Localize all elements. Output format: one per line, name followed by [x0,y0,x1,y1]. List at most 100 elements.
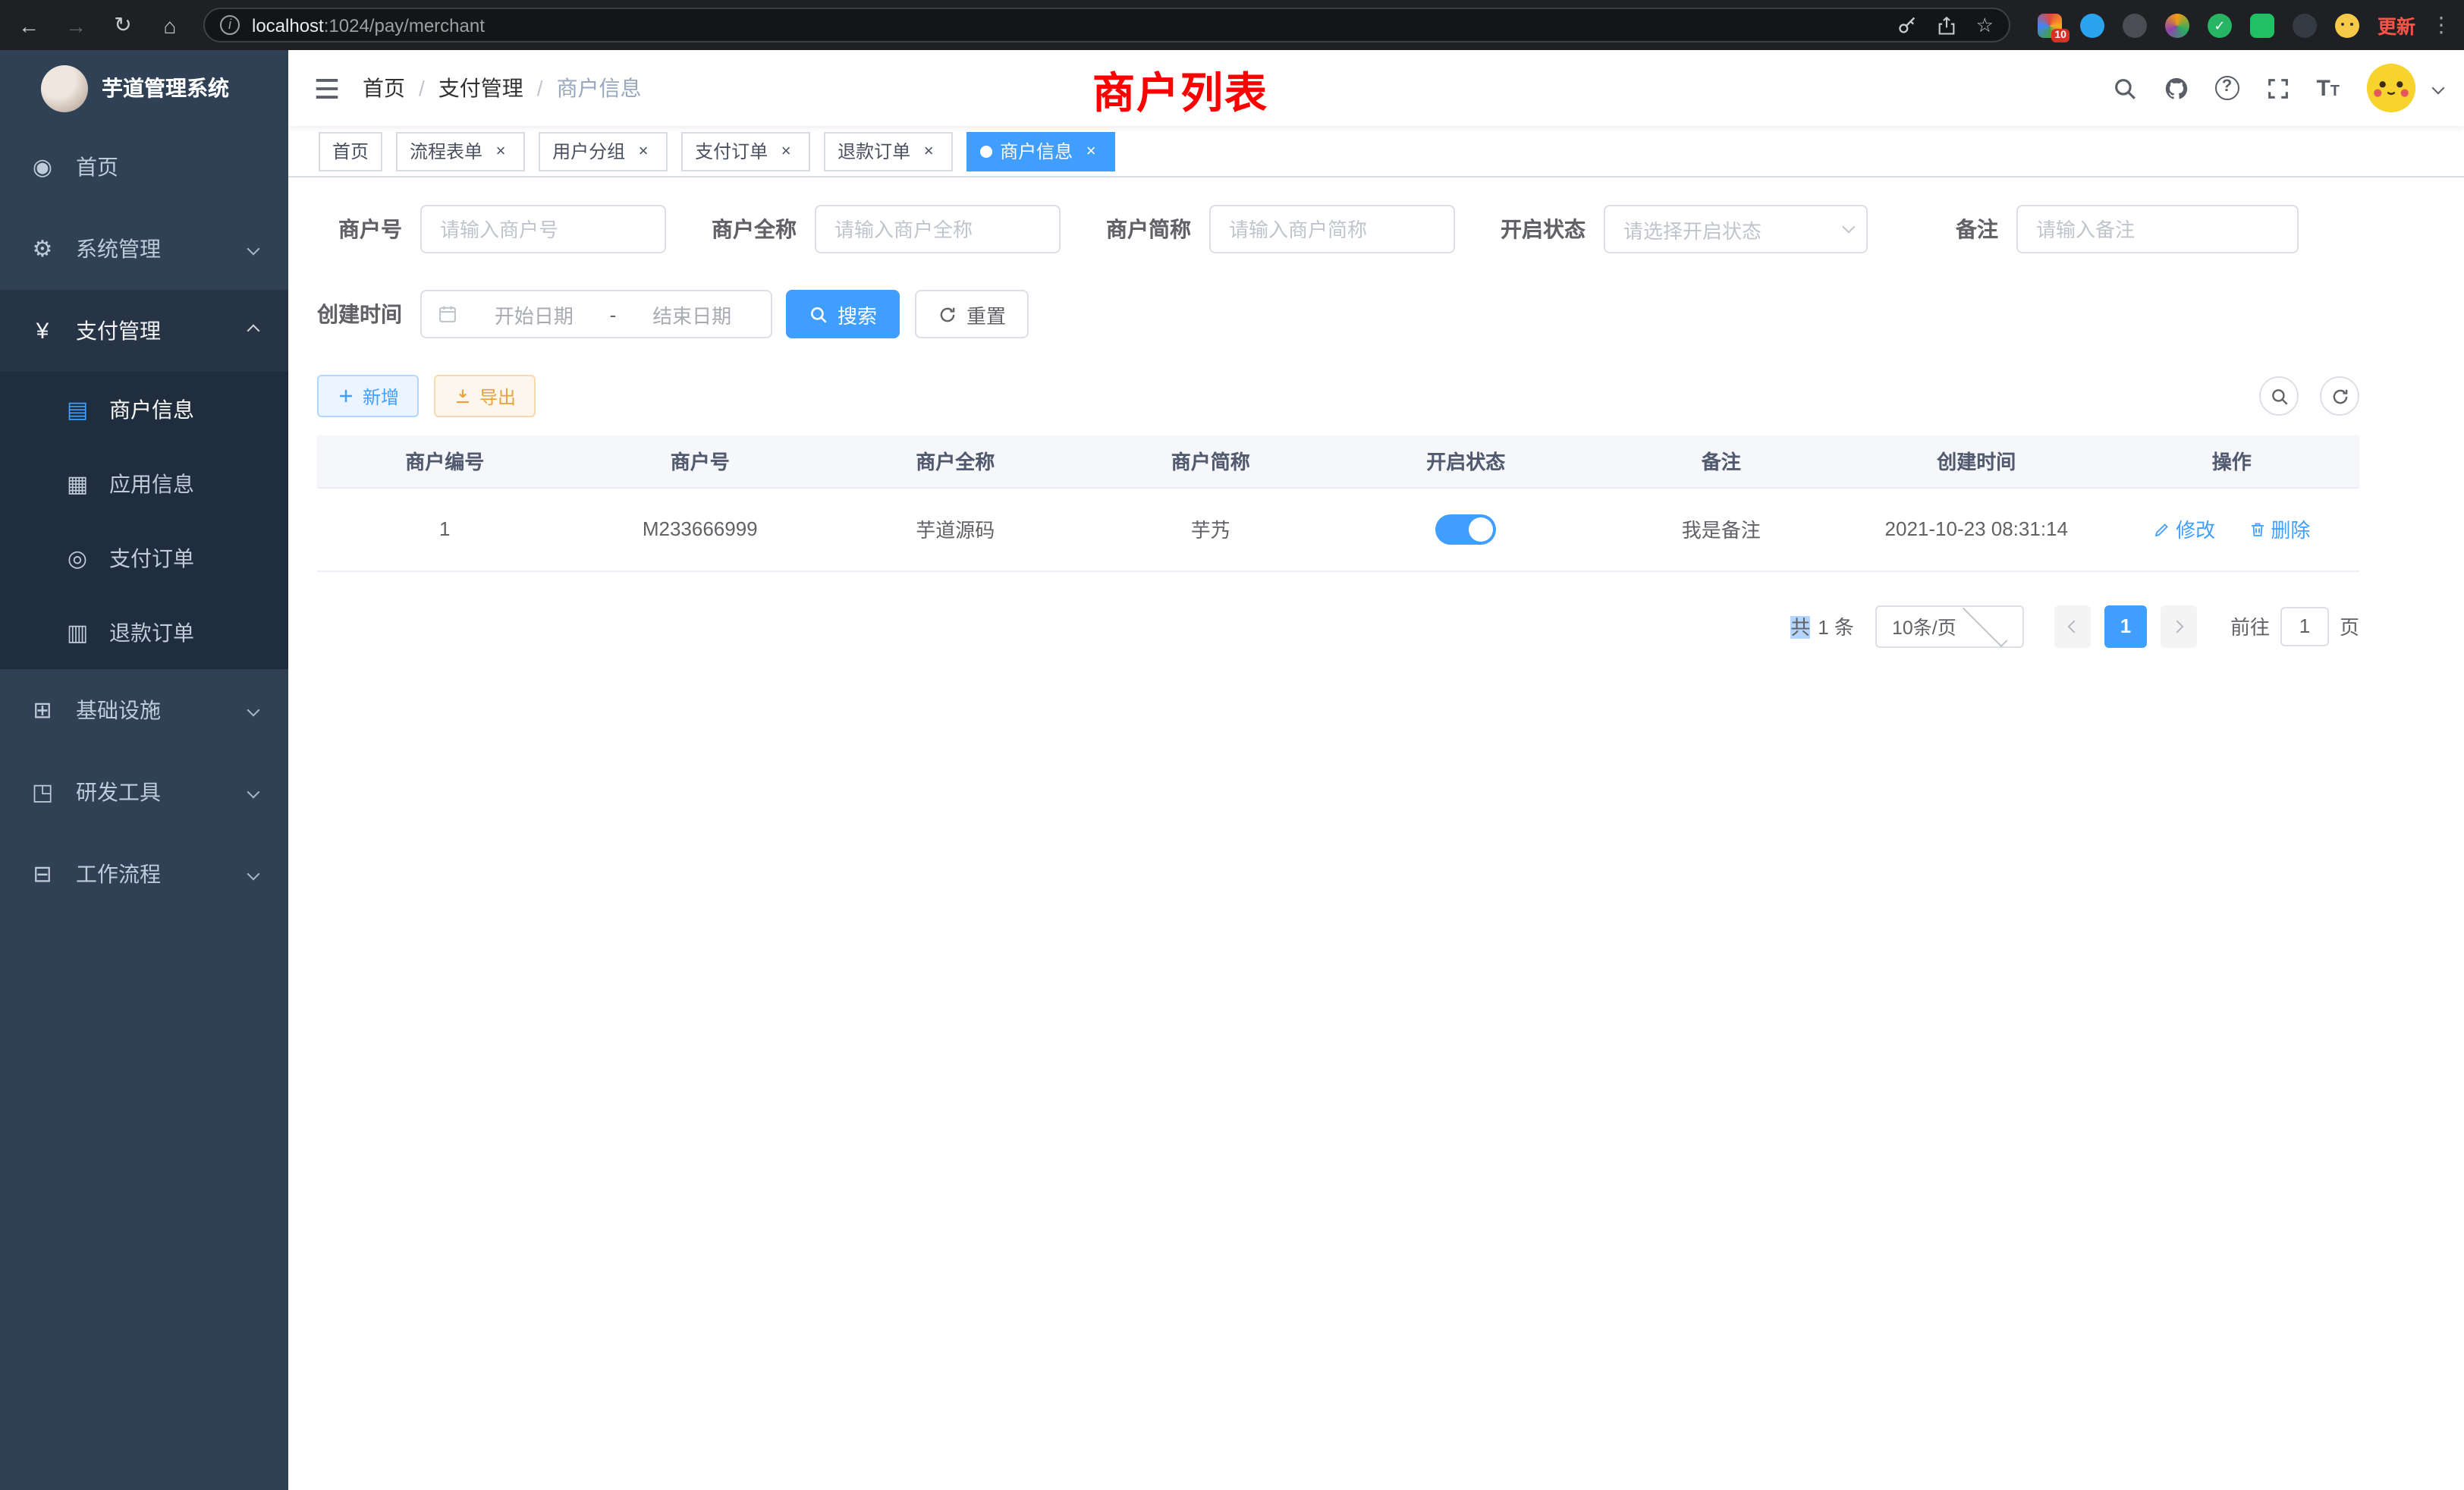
dashboard-icon: ◉ [29,153,56,181]
devtools-icon: ◳ [29,778,56,806]
coin-icon: ◎ [64,544,91,571]
extension-icon-6[interactable] [2250,13,2274,37]
grid-icon: ▦ [64,470,91,497]
screen: ← → ↻ ⌂ i localhost:1024/pay/merchant ☆ … [0,0,2464,1490]
logo[interactable]: 芋道管理系统 [0,50,288,126]
sidebar-item-merchant-info[interactable]: ▤ 商户信息 [0,372,288,446]
start-date-input[interactable]: 开始日期 [470,300,598,328]
extension-icon-2[interactable] [2080,13,2104,37]
page-number-button[interactable]: 1 [2104,605,2147,647]
cell-actions: 修改 删除 [2104,487,2360,571]
delete-link[interactable]: 删除 [2248,514,2310,543]
tab-refund-order[interactable]: 退款订单 × [824,131,953,171]
edit-link[interactable]: 修改 [2153,514,2215,543]
cell-merchant-no: M233666999 [573,487,828,571]
sidebar-item-app-info[interactable]: ▦ 应用信息 [0,446,288,520]
extension-icon-3[interactable] [2123,13,2147,37]
refresh-button[interactable] [2320,376,2359,416]
tab-label: 流程表单 [410,138,482,164]
update-button[interactable]: 更新 [2378,11,2415,39]
home-icon[interactable]: ⌂ [156,13,184,37]
right-toolbar [2259,376,2359,416]
fullscreen-icon[interactable] [2264,75,2290,101]
address-bar[interactable]: i localhost:1024/pay/merchant ☆ [203,8,2010,42]
status-switch[interactable] [1435,514,1496,544]
key-icon[interactable] [1897,14,1919,36]
tab-close-icon[interactable]: × [490,140,511,162]
extension-icon-1[interactable]: 10 [2038,13,2062,37]
github-icon[interactable] [2163,75,2189,101]
page-size-select[interactable]: 10条/页 [1875,605,2024,647]
sidebar-item-label: 系统管理 [76,234,161,264]
search-icon[interactable] [2111,75,2137,101]
reload-icon[interactable]: ↻ [109,12,137,38]
tab-pay-order[interactable]: 支付订单 × [681,131,810,171]
extension-icon-4[interactable] [2165,13,2189,37]
prev-page-button[interactable] [2054,605,2091,647]
toggle-search-button[interactable] [2259,376,2299,416]
goto-input[interactable] [2280,606,2329,646]
pagination: 共1 条 10条/页 1 前往 页 [317,605,2359,647]
export-button[interactable]: 导出 [434,375,536,417]
status-select[interactable]: 请选择开启状态 [1604,205,1868,253]
tab-user-group[interactable]: 用户分组 × [539,131,668,171]
sidebar-item-system[interactable]: ⚙ 系统管理 [0,208,288,290]
tab-process-form[interactable]: 流程表单 × [396,131,525,171]
column-header-full-name: 商户全称 [828,435,1083,487]
cell-short-name: 芋艿 [1083,487,1339,571]
breadcrumb-item-payment[interactable]: 支付管理 [438,73,523,103]
help-icon[interactable]: ? [2214,76,2239,100]
sidebar-item-pay-order[interactable]: ◎ 支付订单 [0,520,288,595]
reset-button[interactable]: 重置 [915,290,1029,338]
cell-status [1338,487,1594,571]
sidebar-item-refund-order[interactable]: ▥ 退款订单 [0,595,288,669]
sidebar-item-devtools[interactable]: ◳ 研发工具 [0,751,288,833]
sidebar-item-payment[interactable]: ¥ 支付管理 [0,290,288,372]
extension-icon-5[interactable]: ✓ [2208,13,2232,37]
user-avatar[interactable] [2365,62,2417,114]
tab-close-icon[interactable]: × [918,140,939,162]
chevron-down-icon [247,868,260,881]
back-icon[interactable]: ← [15,13,42,37]
extension-badge: 10 [2051,28,2070,42]
sidebar-item-home[interactable]: ◉ 首页 [0,126,288,208]
extension-icon-8[interactable] [2335,13,2359,37]
short-name-input[interactable] [1209,205,1455,253]
share-icon[interactable] [1937,14,1958,36]
browser-menu-icon[interactable]: ⋮ [2431,12,2449,38]
tab-close-icon[interactable]: × [1080,140,1102,162]
sidebar-item-label: 研发工具 [76,777,161,807]
search-button[interactable]: 搜索 [786,290,900,338]
next-page-button[interactable] [2161,605,2197,647]
filter-label: 商户简称 [1106,214,1191,244]
chevron-up-icon [247,325,260,338]
tab-label: 首页 [332,138,369,164]
url-path: :1024/pay/merchant [324,14,485,36]
tab-close-icon[interactable]: × [633,140,654,162]
merchant-no-input[interactable] [420,205,666,253]
info-icon[interactable]: i [220,15,240,35]
remark-input[interactable] [2016,205,2299,253]
page-size-value: 10条/页 [1892,611,1956,640]
tab-merchant-info[interactable]: 商户信息 × [966,131,1115,171]
tab-home[interactable]: 首页 [319,131,382,171]
sidebar-item-label: 工作流程 [76,859,161,889]
sidebar-item-workflow[interactable]: ⊟ 工作流程 [0,833,288,915]
filter-label: 备注 [1913,214,1998,244]
sidebar-item-infrastructure[interactable]: ⊞ 基础设施 [0,669,288,751]
tab-close-icon[interactable]: × [775,140,797,162]
forward-icon[interactable]: → [62,13,90,37]
full-name-input[interactable] [815,205,1061,253]
reset-button-label: 重置 [966,300,1006,328]
chevron-down-icon [247,786,260,799]
extension-icon-7[interactable] [2293,13,2317,37]
breadcrumb-item-home[interactable]: 首页 [363,73,405,103]
add-button[interactable]: 新增 [317,375,419,417]
sidebar-toggle-icon[interactable] [313,74,341,102]
bookmark-star-icon[interactable]: ☆ [1976,13,1994,37]
end-date-input[interactable]: 结束日期 [628,300,756,328]
date-range-picker[interactable]: 开始日期 - 结束日期 [420,290,772,338]
caret-down-icon[interactable] [2432,82,2445,95]
add-button-label: 新增 [363,383,399,409]
font-size-icon[interactable]: TT [2316,75,2340,101]
